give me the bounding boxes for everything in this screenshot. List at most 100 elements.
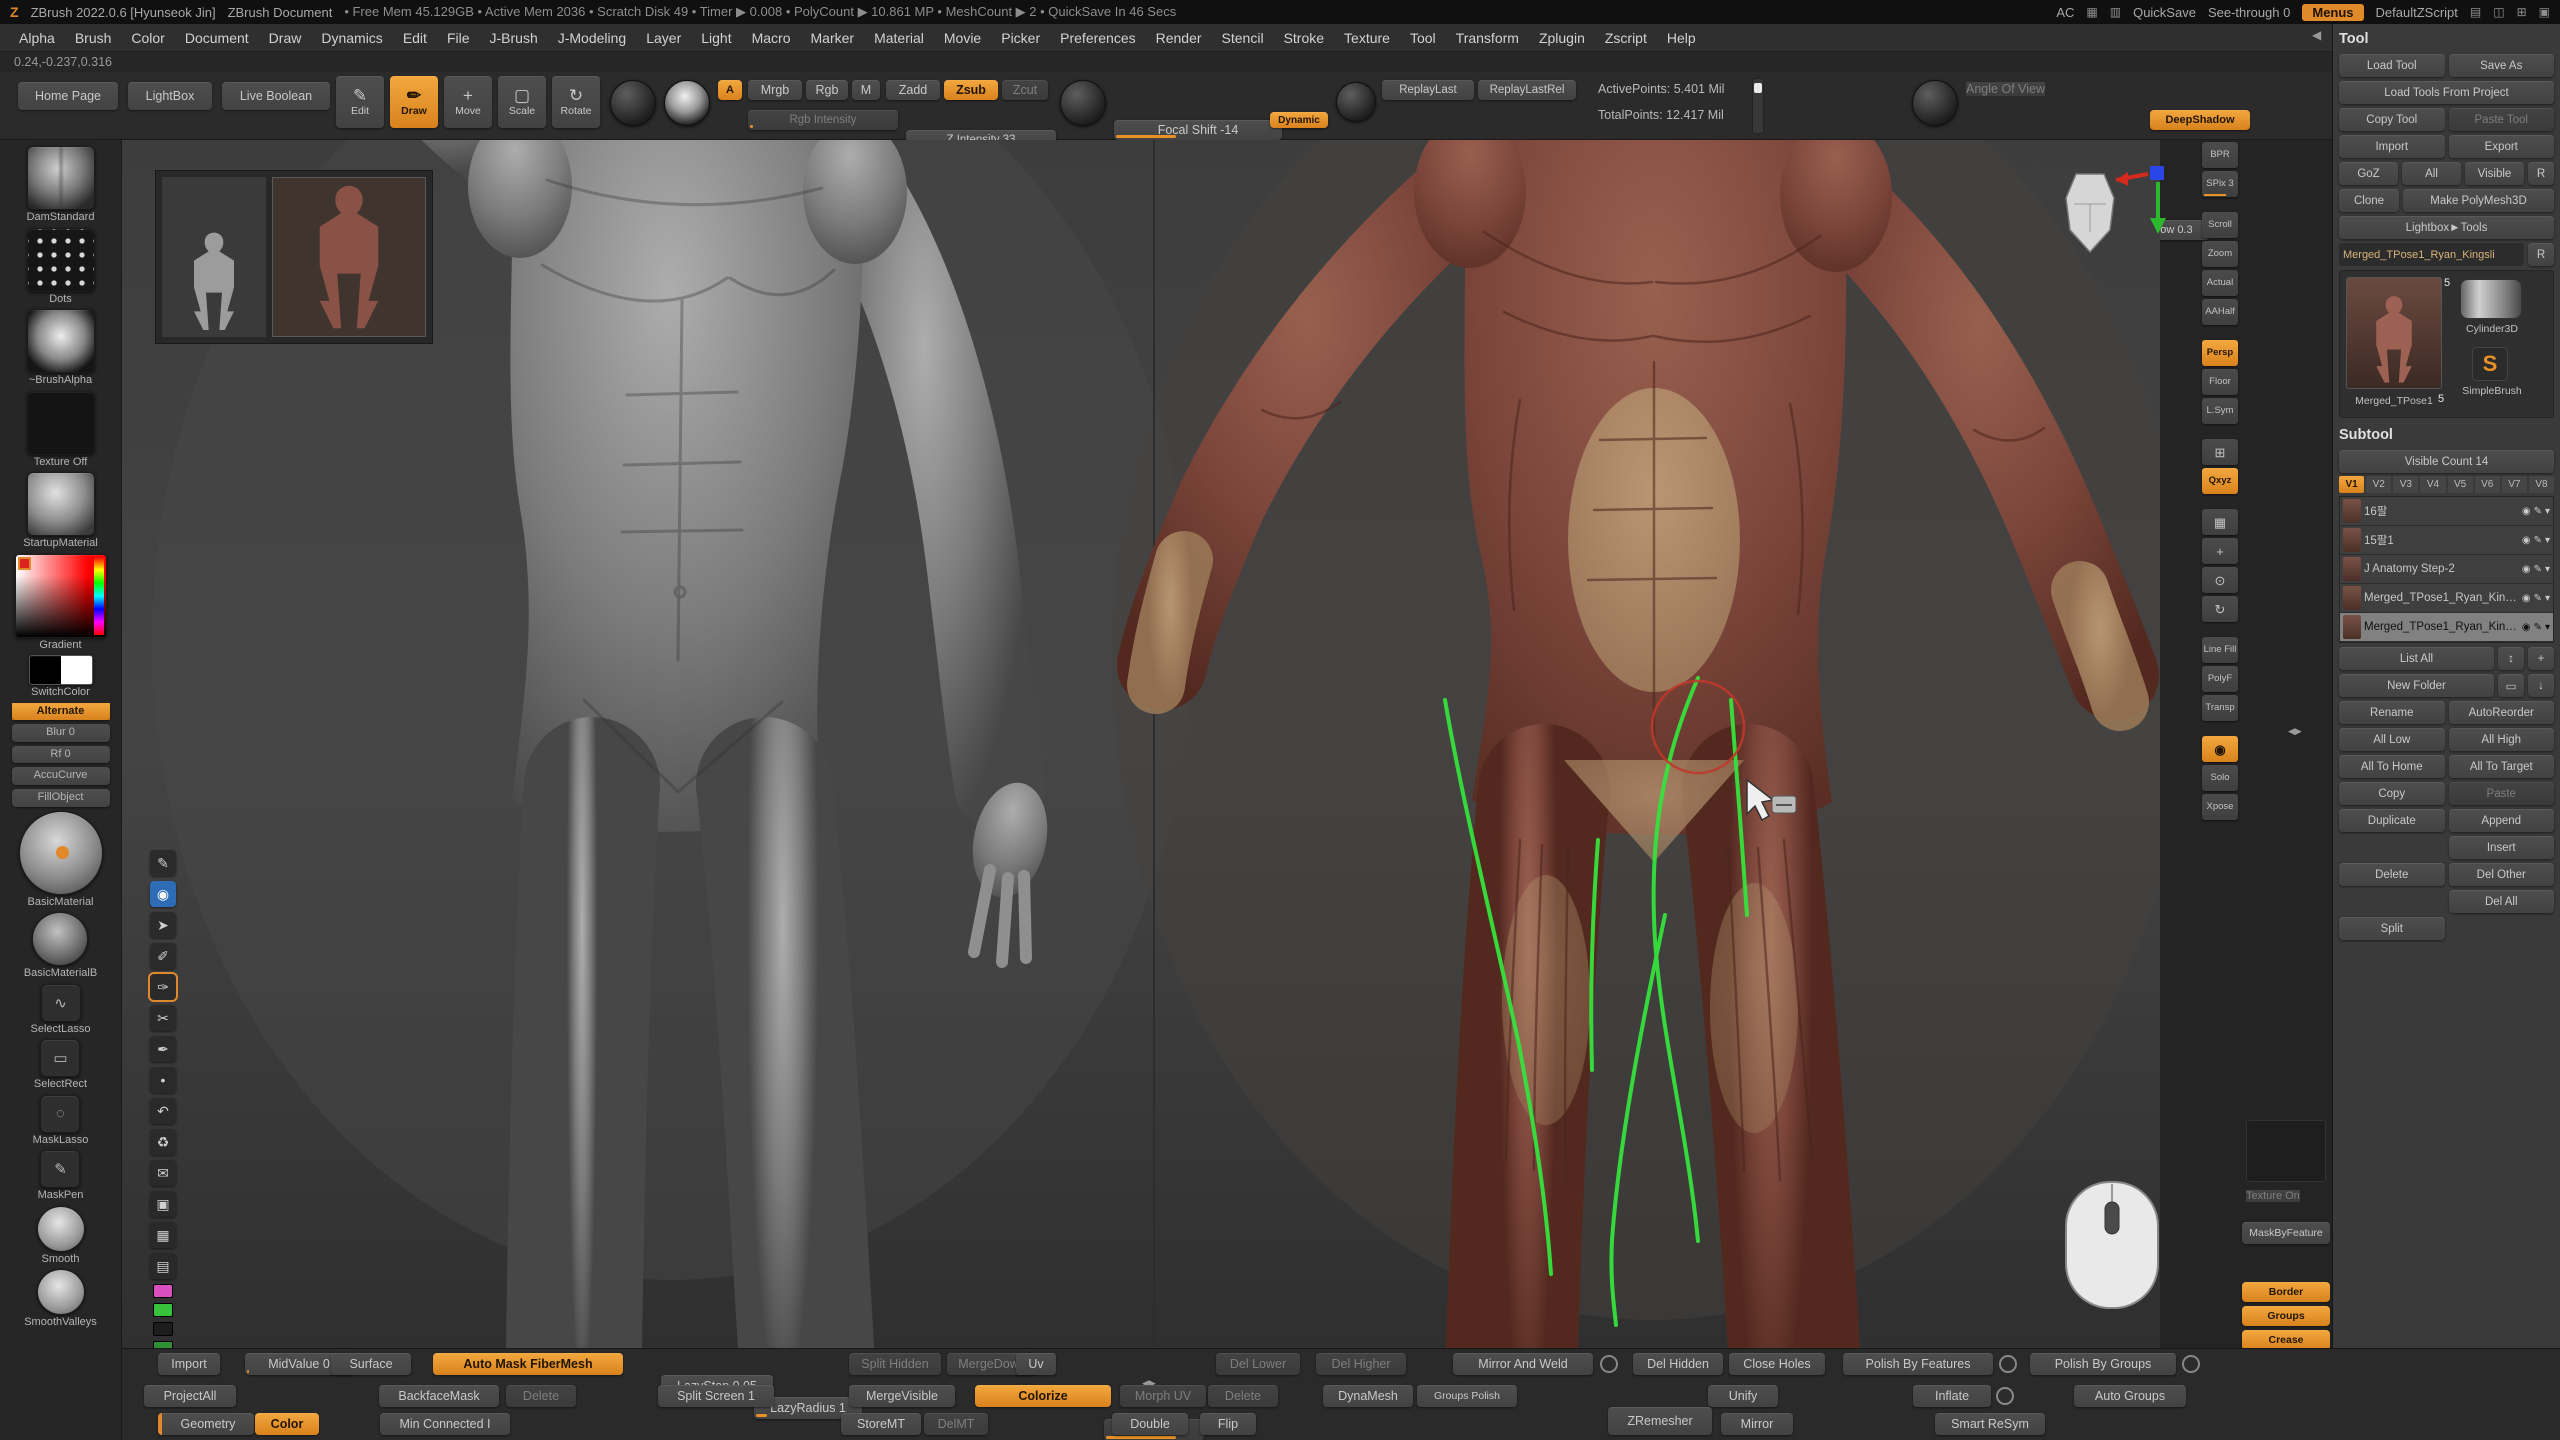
swatch-magenta[interactable] (153, 1284, 173, 1298)
active-tool-r-button[interactable]: R (2528, 243, 2554, 266)
right-shelf-button[interactable]: Solo (2202, 765, 2238, 791)
quick-icon[interactable]: ◉ (150, 881, 176, 907)
append-button[interactable]: Append (2449, 809, 2555, 832)
right-shelf-button[interactable]: Xpose (2202, 794, 2238, 820)
menu-item[interactable]: Alpha (10, 28, 64, 48)
right-shelf-button[interactable]: Transp (2202, 695, 2238, 721)
quick-icon[interactable]: • (150, 1067, 176, 1093)
goz-all-button[interactable]: All (2402, 162, 2461, 185)
left-tray-thumbnail[interactable] (27, 391, 95, 455)
subtool-row[interactable]: 15팔1 ◉ ✎ ▾ (2340, 526, 2553, 555)
left-tray-thumbnail[interactable] (19, 811, 103, 895)
menu-item[interactable]: Transform (1447, 28, 1528, 48)
delete-button-1[interactable]: Delete (506, 1385, 576, 1407)
document-thumbnails-panel[interactable] (155, 170, 433, 344)
reorder-icon[interactable]: ↕ (2498, 647, 2524, 670)
quick-icon[interactable]: ↶ (150, 1098, 176, 1124)
paint-icon[interactable]: ✎ (2534, 506, 2542, 517)
more-icon[interactable]: ▾ (2545, 506, 2550, 517)
menu-item[interactable]: Marker (802, 28, 864, 48)
smart-resym-button[interactable]: Smart ReSym (1935, 1413, 2045, 1435)
eye-icon[interactable]: ◉ (2522, 593, 2531, 604)
menu-item[interactable]: File (438, 28, 479, 48)
menu-item[interactable]: Tool (1401, 28, 1445, 48)
left-tray-item[interactable]: BasicMaterial (19, 811, 103, 909)
left-tray-item[interactable]: SwitchColor (29, 655, 93, 699)
menu-item[interactable]: Preferences (1051, 28, 1144, 48)
eye-icon[interactable]: ◉ (2522, 622, 2531, 633)
all-low-button[interactable]: All Low (2339, 728, 2445, 751)
left-tray-item[interactable]: Dots (27, 228, 95, 306)
copy-tool-button[interactable]: Copy Tool (2339, 108, 2445, 131)
double-button[interactable]: Double (1112, 1413, 1188, 1435)
dynamic-toggle[interactable]: Dynamic (1270, 112, 1328, 128)
more-icon[interactable]: ▾ (2545, 622, 2550, 633)
right-shelf-button[interactable]: Actual (2202, 270, 2238, 296)
morph-uv-button[interactable]: Morph UV (1120, 1385, 1206, 1407)
right-shelf-button[interactable]: ↻ (2202, 596, 2238, 622)
menu-item[interactable]: J-Brush (481, 28, 547, 48)
swatch-green[interactable] (153, 1303, 173, 1317)
del-all-button[interactable]: Del All (2449, 890, 2555, 913)
replay-last-rel-button[interactable]: ReplayLastRel (1478, 80, 1576, 100)
left-tray-item[interactable]: DamStandard (27, 146, 95, 224)
subtool-version-tab[interactable]: V8 (2529, 476, 2554, 493)
simplebrush-thumbnail[interactable]: S (2472, 347, 2508, 381)
left-tray-thumbnail[interactable] (32, 912, 88, 966)
left-tray-item[interactable]: SmoothValleys (24, 1269, 97, 1329)
rgb-intensity-slider[interactable]: Rgb Intensity (748, 110, 898, 130)
left-tray-item[interactable]: ~BrushAlpha (27, 309, 95, 387)
ac-label[interactable]: AC (2056, 5, 2074, 20)
folder-icon[interactable]: ▭ (2498, 674, 2524, 697)
mask-by-feature-button[interactable]: MaskByFeature (2242, 1222, 2330, 1244)
columns-icon[interactable]: ◫ (2493, 5, 2504, 19)
save-as-button[interactable]: Save As (2449, 54, 2555, 77)
right-shelf-button[interactable]: Persp (2202, 340, 2238, 366)
weld-dial-icon[interactable] (1600, 1355, 1618, 1373)
subtool-row[interactable]: J Anatomy Step-2 ◉ ✎ ▾ (2340, 555, 2553, 584)
menu-item[interactable]: Edit (394, 28, 436, 48)
see-through-slider[interactable]: See-through 0 (2208, 5, 2290, 20)
menu-item[interactable]: Stencil (1213, 28, 1273, 48)
clone-button[interactable]: Clone (2339, 189, 2399, 212)
min-connected-button[interactable]: Min Connected I (380, 1413, 510, 1435)
polish-features-dial-icon[interactable] (1999, 1355, 2017, 1373)
backfacemask-button[interactable]: BackfaceMask (379, 1385, 499, 1407)
a-badge[interactable]: A (718, 80, 742, 100)
quick-icon[interactable]: ▦ (150, 1222, 176, 1248)
polish-groups-dial-icon[interactable] (2182, 1355, 2200, 1373)
goz-r-button[interactable]: R (2528, 162, 2554, 185)
goz-visible-button[interactable]: Visible (2465, 162, 2524, 185)
polish-by-features-button[interactable]: Polish By Features (1843, 1353, 1993, 1375)
left-tray-thumbnail[interactable] (37, 1269, 85, 1315)
left-tray-thumbnail[interactable] (41, 984, 81, 1022)
left-tray-thumbnail[interactable] (37, 1206, 85, 1252)
rename-button[interactable]: Rename (2339, 701, 2445, 724)
paint-icon[interactable]: ✎ (2534, 622, 2542, 633)
crease-button[interactable]: Crease (2242, 1330, 2330, 1350)
camera-head-gizmo[interactable] (2040, 160, 2180, 330)
focal-icon[interactable] (1060, 80, 1106, 126)
paint-icon[interactable]: ✎ (2534, 593, 2542, 604)
subtool-version-tab[interactable]: V3 (2393, 476, 2418, 493)
menu-item[interactable]: Stroke (1275, 28, 1333, 48)
close-holes-button[interactable]: Close Holes (1729, 1353, 1825, 1375)
tray-collapse-icon[interactable]: ◀ (2312, 28, 2321, 42)
right-shelf-button[interactable]: ▦ (2202, 509, 2238, 535)
more-icon[interactable]: ▾ (2545, 593, 2550, 604)
more-icon[interactable]: ▾ (2545, 535, 2550, 546)
tool-panel-title[interactable]: Tool (2339, 28, 2554, 50)
camera-icon[interactable] (1912, 80, 1958, 126)
auto-mask-fibermesh-button[interactable]: Auto Mask FiberMesh (433, 1353, 623, 1375)
active-tool-thumbnail[interactable] (2346, 277, 2442, 389)
right-shelf-button[interactable]: AAHalf (2202, 299, 2238, 325)
menu-item[interactable]: Light (692, 28, 740, 48)
right-shelf-button[interactable]: BPR (2202, 142, 2238, 168)
menu-item[interactable]: Texture (1335, 28, 1399, 48)
subtool-row[interactable]: 16팔 ◉ ✎ ▾ (2340, 497, 2553, 526)
polish-by-groups-button[interactable]: Polish By Groups (2030, 1353, 2176, 1375)
mergevisible-button[interactable]: MergeVisible (849, 1385, 955, 1407)
quick-icon[interactable]: ♻ (150, 1129, 176, 1155)
more-icon[interactable]: ▾ (2545, 564, 2550, 575)
paint-icon[interactable]: ✎ (2534, 564, 2542, 575)
